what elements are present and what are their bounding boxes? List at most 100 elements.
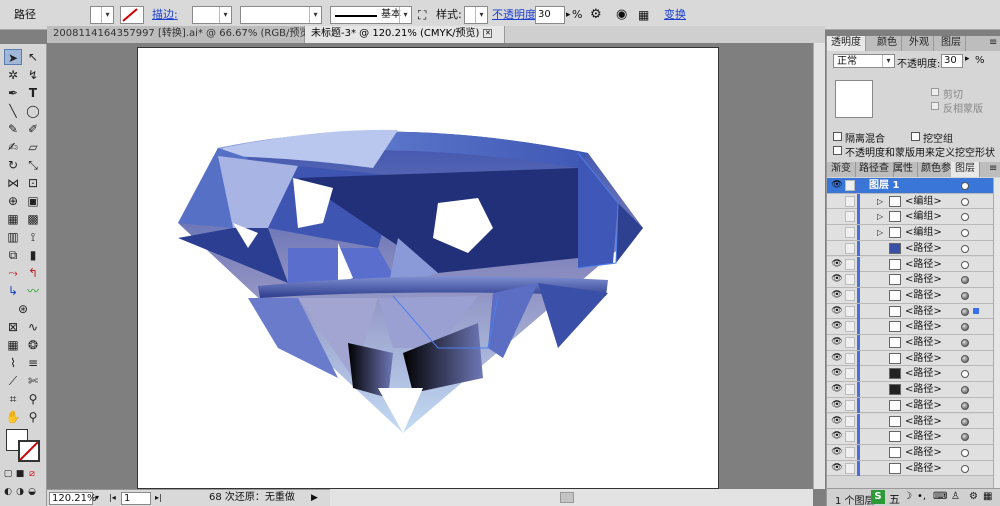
lasso-tool-icon[interactable]: ↯ (24, 67, 42, 83)
measure-tool-icon[interactable]: ⚲ (24, 391, 42, 407)
lock-toggle[interactable] (845, 368, 855, 380)
scroll-thumb[interactable] (560, 492, 574, 503)
lock-toggle[interactable] (845, 227, 855, 239)
target-icon[interactable] (961, 229, 969, 238)
tab-document-2[interactable]: 未标题-3* @ 120.21% (CMYK/预览) ✕ (305, 26, 505, 43)
eye-icon[interactable]: 👁 (831, 368, 843, 379)
knife-tool-icon[interactable]: ⟋ (4, 373, 22, 389)
graph-tool-icon[interactable]: ⌇ (4, 355, 22, 371)
layer-row[interactable]: ▷ <编组> (827, 209, 993, 226)
target-icon[interactable] (961, 464, 969, 473)
blend-tool-icon[interactable]: ⧉ (4, 247, 22, 263)
eye-icon[interactable]: 👁 (831, 353, 843, 364)
paintbrush-tool-icon[interactable]: ✎ (4, 121, 22, 137)
layers-scrollbar[interactable] (993, 178, 1000, 488)
eye-icon[interactable]: 👁 (831, 463, 843, 474)
layer-row[interactable]: 👁 <路径> (827, 272, 993, 288)
pavilion-facet[interactable] (538, 283, 608, 348)
perspective-grid-tool-icon[interactable]: ▦ (4, 211, 22, 227)
opacity-arrow-icon[interactable]: ▸ (566, 6, 571, 24)
target-icon[interactable] (961, 448, 969, 457)
screen-mode-icon[interactable]: ◒ (26, 484, 38, 500)
lock-toggle[interactable] (845, 211, 855, 223)
panel-menu-icon[interactable]: ≡ (985, 162, 1000, 177)
target-icon[interactable] (961, 433, 969, 442)
target-icon[interactable] (961, 386, 969, 395)
invert-mask-checkbox[interactable] (931, 102, 939, 110)
layer-row-top[interactable]: 👁 图层 1 (827, 178, 993, 194)
layer-row[interactable]: 👁 <路径> (827, 287, 993, 304)
live-paint-tool-icon[interactable]: ▣ (24, 193, 42, 209)
target-icon[interactable] (961, 323, 969, 332)
isolate-checkbox[interactable] (833, 132, 842, 141)
layer-row[interactable]: 👁 <路径> (827, 444, 993, 461)
opacity-input[interactable]: 30 (535, 6, 565, 24)
magic-wand-tool-icon[interactable]: ✲ (4, 67, 22, 83)
tab-color[interactable]: 颜色 (873, 36, 902, 51)
target-icon[interactable] (961, 291, 969, 300)
variable-width-field[interactable]: ▾ (240, 6, 322, 24)
draw-behind-icon[interactable]: ◑ (14, 484, 26, 500)
align-icon[interactable]: ⛶ (418, 6, 426, 24)
opacity-arrow-icon[interactable]: ▸ (965, 54, 970, 64)
user-icon[interactable]: ♙ (951, 491, 960, 502)
layer-row[interactable]: 👁 <路径> (827, 397, 993, 414)
mesh-tool-icon[interactable]: ▩ (24, 211, 42, 227)
lock-toggle[interactable] (845, 195, 855, 207)
stroke-color-swatch[interactable] (18, 440, 40, 462)
artboard[interactable] (137, 47, 719, 489)
layer-row[interactable]: 👁 <路径> (827, 382, 993, 398)
eye-icon[interactable]: 👁 (831, 259, 843, 270)
transform-link[interactable]: 变换 (664, 6, 686, 24)
zoom-field[interactable]: 120.21% (49, 492, 97, 505)
target-icon[interactable] (961, 244, 969, 253)
layer-row[interactable]: 👁 <路径> (827, 350, 993, 367)
define-knockout-checkbox[interactable] (833, 146, 842, 155)
opacity-link[interactable]: 不透明度: (492, 6, 540, 24)
scissors-tool-icon[interactable]: ✄ (24, 373, 42, 389)
lock-toggle[interactable] (845, 289, 855, 301)
ime-s-icon[interactable]: S (871, 490, 885, 504)
twist-tool-icon[interactable]: ❂ (24, 337, 42, 353)
convert-anchor-tool-icon[interactable]: ↰ (24, 265, 42, 281)
color-mode-icon[interactable]: ▢ (2, 466, 14, 482)
artboard-tool-icon[interactable]: ⊠ (4, 319, 22, 335)
type-tool-icon[interactable]: T (24, 85, 42, 101)
bar-tool-icon[interactable]: ≡ (24, 355, 42, 371)
settings-icon[interactable]: ⚙ (969, 491, 978, 502)
clip-checkbox[interactable] (931, 88, 939, 96)
close-icon[interactable]: ✕ (483, 28, 493, 38)
target-icon[interactable] (961, 276, 969, 285)
lock-toggle[interactable] (845, 431, 855, 443)
target-icon[interactable] (961, 213, 969, 222)
punctuation-icon[interactable]: •, (917, 491, 926, 502)
blob-brush-tool-icon[interactable]: ✍ (4, 139, 22, 155)
ellipse-tool-icon[interactable]: ◯ (24, 103, 42, 119)
column-graph-tool-icon[interactable]: ▮ (24, 247, 42, 263)
direct-selection-tool-icon[interactable]: ↖ (24, 49, 42, 65)
target-icon[interactable] (961, 197, 969, 206)
hand-tool-icon[interactable]: ✋ (4, 409, 22, 425)
eye-icon[interactable]: 👁 (831, 290, 843, 301)
globe-icon[interactable]: ◉ (616, 6, 627, 24)
expand-arrow-icon[interactable]: ▷ (877, 194, 883, 209)
pen-tool-icon[interactable]: ✒ (4, 85, 22, 101)
none-mode-icon[interactable]: ⧄ (26, 466, 38, 482)
layer-row[interactable]: 👁 <路径> (827, 366, 993, 383)
eye-icon[interactable]: 👁 (831, 321, 843, 332)
target-icon[interactable] (961, 182, 969, 190)
layer-row[interactable]: ▷ <编组> (827, 193, 993, 210)
lock-toggle[interactable] (845, 258, 855, 270)
lock-toggle[interactable] (845, 337, 855, 348)
tab-layers-active[interactable]: 图层 (951, 162, 980, 177)
layer-row[interactable]: 👁 <路径> (827, 303, 993, 320)
lock-toggle[interactable] (845, 242, 855, 254)
eye-icon[interactable]: 👁 (831, 180, 843, 191)
crop-tool-icon[interactable]: ⌗ (4, 391, 22, 407)
grid-icon[interactable]: ▦ (983, 491, 992, 502)
layer-row[interactable]: 👁 <路径> (827, 335, 993, 351)
tab-appearance[interactable]: 外观 (905, 36, 934, 51)
gradient-tool-icon[interactable]: ▥ (4, 229, 22, 245)
layer-row[interactable]: 👁 <路径> (827, 429, 993, 445)
anchor-tool-icon[interactable]: ⤳ (4, 265, 22, 281)
